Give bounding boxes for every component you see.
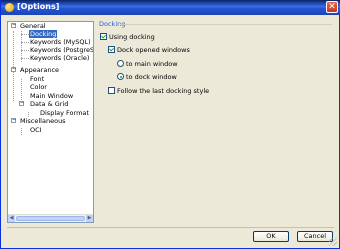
close-button[interactable]: ✕ xyxy=(326,1,338,13)
option-label: Follow the last docking style xyxy=(117,87,210,95)
follow-last-style-checkbox[interactable] xyxy=(108,87,115,94)
option-label: Using docking xyxy=(109,33,155,41)
footer-divider xyxy=(7,227,334,228)
options-tree[interactable]: − General Docking Keywords (MySQL) Keywo… xyxy=(7,21,94,223)
horizontal-scrollbar[interactable]: ◀ ▶ xyxy=(8,214,93,222)
tree-item-label: Miscellaneous xyxy=(20,117,66,125)
options-dialog: [Options] ✕ − General Docking Keywords (… xyxy=(0,0,340,249)
to-main-window-radio[interactable] xyxy=(117,60,124,67)
tree-item-color[interactable]: Color xyxy=(29,83,48,91)
option-label: Dock opened windows xyxy=(117,46,190,54)
tree-line xyxy=(21,79,22,102)
collapse-icon[interactable]: − xyxy=(11,118,16,123)
tree-item-label: Color xyxy=(30,83,47,91)
title-bar[interactable]: [Options] ✕ xyxy=(1,0,340,15)
tree-item-label: Docking xyxy=(29,30,58,38)
tree-line xyxy=(21,128,22,135)
cancel-button[interactable]: Cancel xyxy=(297,231,333,242)
tree-item-label: Font xyxy=(30,75,45,83)
tree-item-label: General xyxy=(20,22,46,30)
tree-line xyxy=(21,34,29,35)
tree-item-label: Keywords (Oracle) xyxy=(30,54,90,62)
collapse-icon[interactable]: − xyxy=(11,23,16,28)
tree-item-label: Display Format xyxy=(40,109,89,117)
scroll-left-icon[interactable]: ◀ xyxy=(8,215,15,222)
tree-item-data-grid[interactable]: Data & Grid xyxy=(29,100,69,108)
option-label: to main window xyxy=(126,60,178,68)
app-icon xyxy=(5,3,14,12)
tree-item-miscellaneous[interactable]: Miscellaneous xyxy=(19,117,67,125)
tree-item-keywords-postgresql[interactable]: Keywords (PostgreSQL) xyxy=(29,46,94,54)
tree-line xyxy=(21,50,29,51)
tree-item-label: Keywords (PostgreSQL) xyxy=(30,46,94,54)
tree-item-keywords-oracle[interactable]: Keywords (Oracle) xyxy=(29,54,90,62)
collapse-icon[interactable]: − xyxy=(19,101,24,106)
tree-line xyxy=(21,58,29,59)
option-label: to dock window xyxy=(126,73,177,81)
to-dock-window-radio[interactable] xyxy=(117,73,124,80)
tree-item-oci[interactable]: OCI xyxy=(29,126,43,134)
close-icon: ✕ xyxy=(328,2,336,12)
tree-item-appearance[interactable]: Appearance xyxy=(19,66,60,74)
window-title: [Options] xyxy=(17,2,60,11)
scroll-right-icon[interactable]: ▶ xyxy=(86,215,93,222)
tree-item-label: Data & Grid xyxy=(30,100,69,108)
resize-grip-icon[interactable] xyxy=(329,238,337,246)
tree-line xyxy=(21,42,29,43)
tree-item-label: Appearance xyxy=(20,66,60,74)
tree-item-label: Keywords (MySQL) xyxy=(30,38,91,46)
tree-item-keywords-mysql[interactable]: Keywords (MySQL) xyxy=(29,38,92,46)
ok-button[interactable]: OK xyxy=(253,231,289,242)
tree-item-display-format[interactable]: Display Format xyxy=(39,109,90,117)
tree-item-label: OCI xyxy=(30,126,42,134)
tree-item-main-window[interactable]: Main Window xyxy=(29,92,74,100)
tree-item-general[interactable]: General xyxy=(19,22,47,30)
tree-item-label: Main Window xyxy=(30,92,74,100)
using-docking-checkbox[interactable] xyxy=(100,33,107,40)
scrollbar-thumb[interactable] xyxy=(16,216,85,221)
dock-opened-windows-checkbox[interactable] xyxy=(108,46,115,53)
tree-item-font[interactable]: Font xyxy=(29,75,45,83)
collapse-icon[interactable]: − xyxy=(11,67,16,72)
tree-item-docking[interactable]: Docking xyxy=(29,30,58,38)
group-divider xyxy=(120,24,332,25)
